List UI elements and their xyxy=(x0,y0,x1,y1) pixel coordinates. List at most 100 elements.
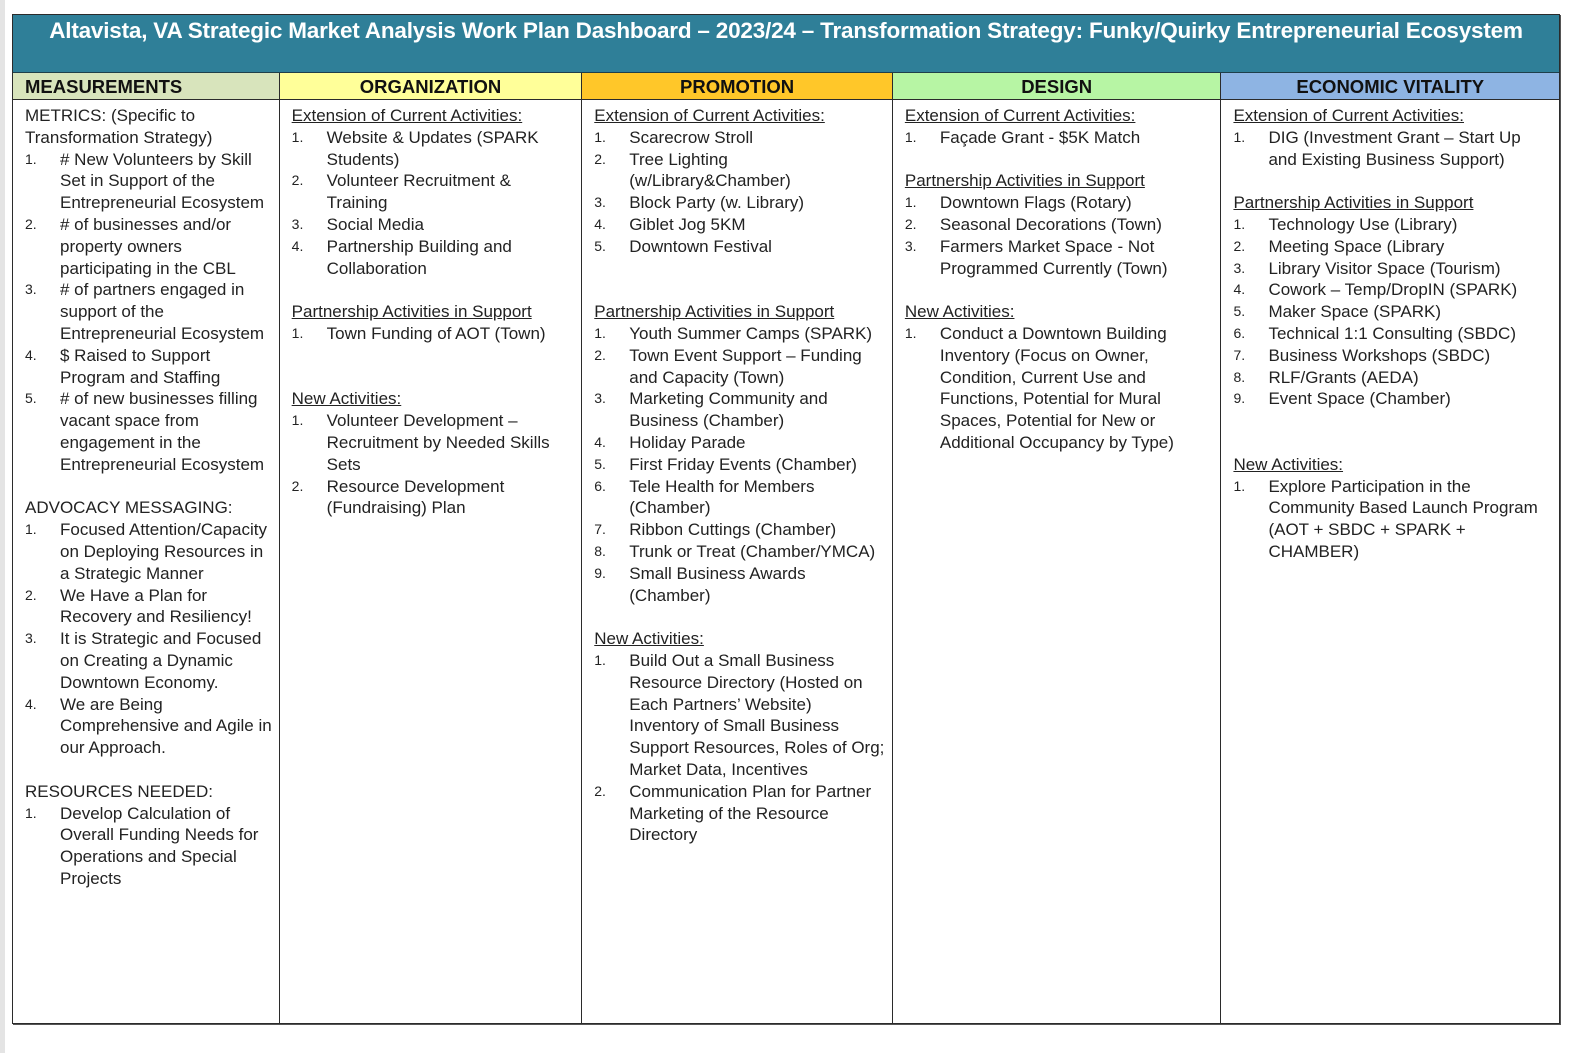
list-item: 2. Town Event Support – Funding and Capac… xyxy=(594,345,886,389)
section-title: Partnership Activities in Support xyxy=(904,171,1145,191)
list-item-number: 4. xyxy=(25,346,37,363)
section-list: 1. Scarecrow Stroll 2. Tree Lighting (w/Lib… xyxy=(594,127,886,258)
list-item: 1. Website & Updates (SPARK Students) xyxy=(292,127,576,171)
list-item-number: 3. xyxy=(594,390,606,407)
list-item: 1. Develop Calculation of Overall Funding… xyxy=(25,803,273,890)
list-item-text: Event Space (Chamber) xyxy=(1268,389,1451,409)
list-item-text: # of new businesses filling vacant space… xyxy=(60,389,265,474)
list-item-text: Downtown Festival xyxy=(629,236,772,256)
list-item-text: Giblet Jog 5KM xyxy=(629,214,746,234)
list-item-number: 2. xyxy=(594,782,606,799)
list-item: 3. Farmers Market Space - Not Programmed … xyxy=(905,236,1215,280)
section-list: 1. Build Out a Small Business Resource Di… xyxy=(594,650,886,846)
list-item: 4. $ Raised to Support Program and Staffi… xyxy=(25,345,273,389)
section-list: 1. Town Funding of AOT (Town) xyxy=(292,323,576,345)
list-item-number: 8. xyxy=(1233,368,1246,385)
list-item: 6. Tele Health for Members (Chamber) xyxy=(594,476,886,520)
list-item-text: Scarecrow Stroll xyxy=(629,127,754,147)
list-item: 2. Tree Lighting (w/Library&Chamber) xyxy=(594,149,886,193)
table-body: METRICS: (Specific to Transformation Str… xyxy=(13,100,1559,1023)
list-item-number: 4. xyxy=(1233,281,1246,298)
list-item: 8. Trunk or Treat (Chamber/YMCA) xyxy=(594,541,886,563)
list-item-number: 5. xyxy=(1233,303,1246,320)
work-plan-dashboard-table: Altavista, VA Strategic Market Analysis … xyxy=(12,14,1560,1024)
list-item-number: 1. xyxy=(25,521,37,538)
list-item: 1. Town Funding of AOT (Town) xyxy=(292,323,576,345)
list-item-text: Tele Health for Members (Chamber) xyxy=(629,476,815,518)
list-item: 1. Build Out a Small Business Resource Di… xyxy=(594,650,886,781)
list-item-number: 5. xyxy=(594,237,606,254)
list-item: 3. Marketing Community and Business (Cham… xyxy=(594,388,886,432)
list-item-text: Façade Grant - $5K Match xyxy=(939,127,1141,147)
list-item-text: Resource Development (Fundraising) Plan xyxy=(326,476,505,518)
list-item-number: 4. xyxy=(25,695,37,712)
list-item: 1. Conduct a Downtown Building Inventory … xyxy=(905,323,1215,454)
section-list: 1. Conduct a Downtown Building Inventory … xyxy=(905,323,1215,454)
list-item-number: 1. xyxy=(291,412,304,429)
section-title: Extension of Current Activities: xyxy=(594,106,825,125)
list-item-text: Farmers Market Space - Not Programmed Cu… xyxy=(939,236,1168,278)
section-title: RESOURCES NEEDED: xyxy=(25,781,213,801)
list-item: 1. Scarecrow Stroll xyxy=(594,127,886,149)
section-list: 1. Façade Grant - $5K Match xyxy=(905,127,1215,149)
list-item-text: Meeting Space (Library xyxy=(1268,236,1445,256)
list-item: 6. Technical 1:1 Consulting (SBDC) xyxy=(1233,323,1553,345)
dashboard-title: Altavista, VA Strategic Market Analysis … xyxy=(13,15,1559,73)
list-item-text: Library Visitor Space (Tourism) xyxy=(1268,258,1501,278)
list-item: 2. Communication Plan for Partner Marketi… xyxy=(594,781,886,846)
list-item-number: 1. xyxy=(1233,477,1246,494)
list-item-text: Technology Use (Library) xyxy=(1268,214,1458,234)
list-item-number: 4. xyxy=(594,215,606,232)
list-item-number: 7. xyxy=(1233,346,1246,363)
section-title: New Activities: xyxy=(291,389,402,409)
list-item-number: 1. xyxy=(25,804,37,821)
list-item: 4. We are Being Comprehensive and Agile i… xyxy=(25,694,273,759)
section-title: ADVOCACY MESSAGING: xyxy=(25,498,233,518)
list-item: 1. Explore Participation in the Community… xyxy=(1233,476,1553,563)
list-item-number: 1. xyxy=(594,128,606,145)
list-item: 5. Downtown Festival xyxy=(594,236,886,258)
list-item: 3. Library Visitor Space (Tourism) xyxy=(1233,258,1553,280)
list-item-text: First Friday Events (Chamber) xyxy=(629,454,857,474)
list-item-text: Downtown Flags (Rotary) xyxy=(939,193,1132,213)
list-item-text: Develop Calculation of Overall Funding N… xyxy=(60,803,259,888)
list-item: 2. We Have a Plan for Recovery and Resili… xyxy=(25,585,273,629)
list-item-text: Cowork – Temp/DropIN (SPARK) xyxy=(1268,280,1518,300)
list-item-text: Website & Updates (SPARK Students) xyxy=(326,127,539,169)
section-title: Partnership Activities in Support xyxy=(291,302,532,322)
list-item-text: # of businesses and/or property owners p… xyxy=(60,214,236,278)
column-design: Extension of Current Activities: 1. Façade… xyxy=(893,100,1222,1023)
list-item-number: 9. xyxy=(594,564,606,581)
list-item-text: Explore Participation in the Community B… xyxy=(1268,476,1538,561)
list-item-text: Ribbon Cuttings (Chamber) xyxy=(629,520,837,540)
list-item-text: Business Workshops (SBDC) xyxy=(1268,345,1491,365)
list-item: 9. Event Space (Chamber) xyxy=(1233,388,1553,410)
list-item-number: 1. xyxy=(1233,215,1246,232)
list-item-number: 3. xyxy=(1233,259,1246,276)
list-item-number: 5. xyxy=(594,455,606,472)
section-title: Extension of Current Activities: xyxy=(1233,106,1464,125)
list-item-text: Tree Lighting (w/Library&Chamber) xyxy=(629,149,791,191)
list-item: 3. # of partners engaged in support of th… xyxy=(25,279,273,344)
list-item-number: 9. xyxy=(1233,390,1246,407)
column-promotion: Extension of Current Activities: 1. Scarec… xyxy=(582,100,893,1023)
section-title: New Activities: xyxy=(594,629,704,649)
section-title: New Activities: xyxy=(904,302,1015,322)
list-item-number: 3. xyxy=(291,215,304,232)
section-list: 1. Explore Participation in the Community… xyxy=(1233,476,1553,563)
list-item-text: Communication Plan for Partner Marketing… xyxy=(629,781,872,845)
list-item-number: 8. xyxy=(594,542,606,559)
column-headers: MEASUREMENTS ORGANIZATION PROMOTION DESI… xyxy=(13,73,1560,100)
list-item: 7. Ribbon Cuttings (Chamber) xyxy=(594,519,886,541)
section-list: 1. Youth Summer Camps (SPARK) 2. Town Event… xyxy=(594,323,886,606)
list-item-number: 4. xyxy=(291,237,304,254)
list-item-text: We are Being Comprehensive and Agile in … xyxy=(60,694,272,758)
section-title: Extension of Current Activities: xyxy=(291,106,523,125)
